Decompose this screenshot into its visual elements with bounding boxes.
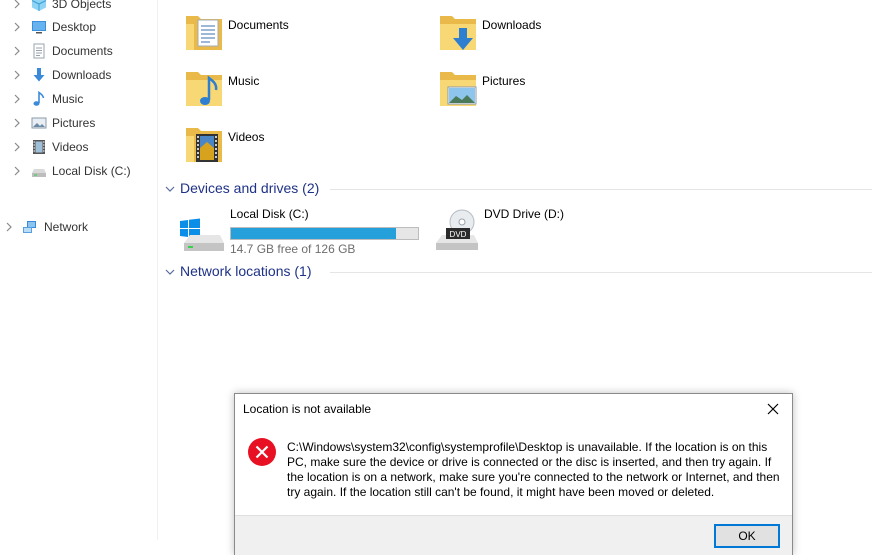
- sidebar-item-videos[interactable]: Videos: [0, 136, 157, 158]
- chevron-right-icon[interactable]: [12, 94, 22, 104]
- chevron-right-icon[interactable]: [12, 22, 22, 32]
- sidebar-item-label: Documents: [52, 44, 113, 58]
- music-folder-icon: [186, 72, 222, 106]
- 3d-objects-icon: [31, 0, 47, 11]
- drive-name: DVD Drive (D:): [484, 207, 564, 221]
- downloads-icon: [33, 68, 45, 82]
- folder-label: Videos: [228, 130, 265, 144]
- drive-name: Local Disk (C:): [230, 207, 309, 221]
- drive-tile-local-disk[interactable]: Local Disk (C:) 14.7 GB free of 126 GB: [158, 205, 420, 256]
- pictures-folder-icon: [440, 72, 477, 106]
- drive-free-space: 14.7 GB free of 126 GB: [230, 242, 356, 256]
- sidebar-item-label: 3D Objects: [52, 0, 112, 11]
- folder-tile-videos[interactable]: Videos: [182, 120, 422, 170]
- group-header-devices[interactable]: Devices and drives (2): [158, 179, 877, 199]
- sidebar-item-pictures[interactable]: Pictures: [0, 112, 157, 134]
- videos-icon: [33, 140, 45, 154]
- pictures-icon: [31, 117, 47, 129]
- music-icon: [33, 91, 45, 106]
- sidebar-item-desktop[interactable]: Desktop: [0, 16, 157, 38]
- group-divider: [330, 189, 872, 190]
- folder-label: Music: [228, 74, 260, 88]
- drive-usage-fill: [231, 228, 397, 239]
- dialog-title: Location is not available: [243, 402, 372, 416]
- navigation-pane: 3D Objects Desktop Documents Downloads M…: [0, 0, 158, 540]
- drive-tile-dvd[interactable]: DVD DVD Drive (D:): [412, 205, 612, 255]
- folder-tile-music[interactable]: Music: [182, 64, 422, 114]
- chevron-down-icon[interactable]: [165, 184, 175, 194]
- chevron-right-icon[interactable]: [12, 0, 22, 9]
- dvd-badge: DVD: [450, 230, 467, 239]
- sidebar-item-label: Desktop: [52, 20, 97, 34]
- documents-icon: [33, 43, 45, 59]
- group-header-network[interactable]: Network locations (1): [158, 262, 877, 282]
- group-title: Devices and drives (2): [180, 180, 320, 196]
- sidebar-item-local-disk[interactable]: Local Disk (C:): [0, 160, 157, 182]
- dialog-close-button[interactable]: [760, 398, 786, 420]
- downloads-folder-icon: [440, 16, 476, 50]
- folder-label: Documents: [228, 18, 289, 32]
- sidebar-item-3d-objects[interactable]: 3D Objects: [0, 0, 157, 15]
- sidebar-item-label: Videos: [52, 140, 89, 154]
- ok-button[interactable]: OK: [714, 524, 780, 548]
- group-divider: [330, 272, 872, 273]
- documents-folder-icon: [186, 16, 222, 50]
- chevron-right-icon[interactable]: [12, 70, 22, 80]
- sidebar-item-label: Music: [52, 92, 84, 106]
- chevron-right-icon[interactable]: [12, 118, 22, 128]
- group-title: Network locations (1): [180, 263, 312, 279]
- sidebar-item-label: Downloads: [52, 68, 112, 82]
- partial-folder-icon: [200, 0, 216, 2]
- videos-folder-icon: [186, 128, 222, 162]
- sidebar-item-documents[interactable]: Documents: [0, 40, 157, 62]
- folder-label: Downloads: [482, 18, 542, 32]
- sidebar-item-downloads[interactable]: Downloads: [0, 64, 157, 86]
- chevron-right-icon[interactable]: [12, 46, 22, 56]
- sidebar-item-music[interactable]: Music: [0, 88, 157, 110]
- chevron-right-icon[interactable]: [4, 222, 14, 232]
- local-disk-drive-icon: [180, 218, 224, 251]
- sidebar-item-label: Pictures: [52, 116, 96, 130]
- folder-tile-downloads[interactable]: Downloads: [436, 8, 676, 58]
- sidebar-item-network[interactable]: Network: [0, 216, 157, 238]
- dialog-footer: OK: [235, 515, 792, 555]
- close-icon[interactable]: [767, 403, 779, 415]
- folder-label: Pictures: [482, 74, 526, 88]
- chevron-down-icon[interactable]: [165, 267, 175, 277]
- desktop-icon: [32, 21, 46, 34]
- error-icon: [248, 438, 276, 466]
- sidebar-item-label: Network: [44, 220, 89, 234]
- folder-tile-documents[interactable]: Documents: [182, 8, 422, 58]
- sidebar-item-label: Local Disk (C:): [52, 164, 131, 178]
- drive-usage-bar: [230, 227, 419, 240]
- folder-tile-pictures[interactable]: Pictures: [436, 64, 676, 114]
- error-dialog: Location is not available C:\Windows\sys…: [234, 393, 793, 555]
- network-icon: [23, 221, 36, 233]
- chevron-right-icon[interactable]: [12, 142, 22, 152]
- dialog-message: C:\Windows\system32\config\systemprofile…: [287, 440, 780, 499]
- local-disk-icon: [32, 169, 46, 177]
- chevron-right-icon[interactable]: [12, 166, 22, 176]
- dvd-drive-icon: DVD: [436, 209, 478, 250]
